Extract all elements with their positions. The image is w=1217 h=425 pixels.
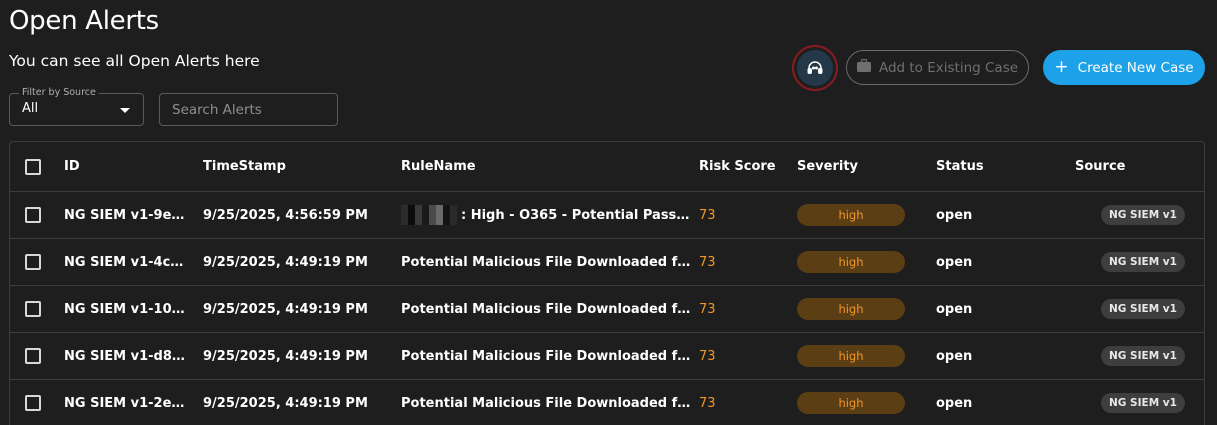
alert-timestamp: 9/25/2025, 4:49:19 PM — [203, 301, 368, 317]
search-input[interactable] — [159, 93, 338, 126]
select-all-checkbox[interactable] — [25, 158, 41, 175]
page-subtitle: You can see all Open Alerts here — [9, 52, 260, 70]
alert-id: NG SIEM v1-9e941… — [64, 207, 190, 223]
alert-rule-name: : High - O365 - Potential Password… — [461, 207, 691, 223]
row-checkbox[interactable] — [25, 348, 41, 364]
row-checkbox[interactable] — [25, 254, 41, 270]
alert-status: open — [936, 207, 973, 223]
headset-icon — [797, 50, 833, 86]
page-title: Open Alerts — [9, 6, 159, 36]
column-header-rulename[interactable]: RuleName — [401, 142, 691, 191]
alert-id: NG SIEM v1-2ee4d… — [64, 395, 190, 411]
severity-badge: high — [797, 345, 905, 367]
alert-status: open — [936, 301, 973, 317]
alert-timestamp: 9/25/2025, 4:49:19 PM — [203, 254, 368, 270]
severity-badge: high — [797, 204, 905, 226]
redacted-text — [401, 205, 457, 225]
column-header-source[interactable]: Source — [1075, 142, 1195, 191]
alert-timestamp: 9/25/2025, 4:49:19 PM — [203, 395, 368, 411]
severity-badge: high — [797, 251, 905, 273]
source-badge: NG SIEM v1 — [1101, 393, 1185, 413]
column-header-severity[interactable]: Severity — [797, 142, 927, 191]
alerts-table: ID TimeStamp RuleName Risk Score Severit… — [9, 141, 1205, 425]
create-new-case-button[interactable]: + Create New Case — [1043, 50, 1205, 85]
alert-rule-name: Potential Malicious File Downloaded from… — [401, 348, 691, 364]
alert-rule-name: Potential Malicious File Downloaded from… — [401, 254, 691, 270]
alert-id: NG SIEM v1-4c8c3… — [64, 254, 190, 270]
row-checkbox[interactable] — [25, 301, 41, 317]
briefcase-icon — [856, 58, 871, 76]
alert-rule-name: Potential Malicious File Downloaded from… — [401, 301, 691, 317]
caret-down-icon — [120, 108, 130, 113]
column-header-risk-score[interactable]: Risk Score — [699, 142, 779, 191]
table-row[interactable]: NG SIEM v1-2ee4d… 9/25/2025, 4:49:19 PM … — [10, 380, 1204, 425]
column-header-status[interactable]: Status — [936, 142, 1056, 191]
risk-score: 73 — [699, 254, 716, 270]
risk-score: 73 — [699, 395, 716, 411]
alert-timestamp: 9/25/2025, 4:49:19 PM — [203, 348, 368, 364]
alert-status: open — [936, 348, 973, 364]
filter-label: Filter by Source — [19, 87, 99, 98]
table-header-row: ID TimeStamp RuleName Risk Score Severit… — [10, 142, 1204, 192]
table-row[interactable]: NG SIEM v1-d80cf… 9/25/2025, 4:49:19 PM … — [10, 333, 1204, 380]
alert-status: open — [936, 254, 973, 270]
column-header-id[interactable]: ID — [64, 142, 190, 191]
source-filter-select[interactable]: Filter by Source All — [9, 87, 144, 126]
source-badge: NG SIEM v1 — [1101, 346, 1185, 366]
plus-icon: + — [1054, 57, 1069, 77]
add-to-existing-case-button[interactable]: Add to Existing Case — [846, 50, 1029, 85]
table-row[interactable]: NG SIEM v1-9e941… 9/25/2025, 4:56:59 PM … — [10, 192, 1204, 239]
risk-score: 73 — [699, 207, 716, 223]
alert-status: open — [936, 395, 973, 411]
table-row[interactable]: NG SIEM v1-4c8c3… 9/25/2025, 4:49:19 PM … — [10, 239, 1204, 286]
severity-badge: high — [797, 298, 905, 320]
assist-button[interactable] — [792, 45, 838, 91]
severity-badge: high — [797, 392, 905, 414]
column-header-timestamp[interactable]: TimeStamp — [203, 142, 393, 191]
alert-timestamp: 9/25/2025, 4:56:59 PM — [203, 207, 368, 223]
source-badge: NG SIEM v1 — [1101, 299, 1185, 319]
source-badge: NG SIEM v1 — [1101, 205, 1185, 225]
alert-id: NG SIEM v1-d80cf… — [64, 348, 190, 364]
filter-value: All — [22, 101, 39, 116]
source-badge: NG SIEM v1 — [1101, 252, 1185, 272]
alert-rule-name: Potential Malicious File Downloaded from… — [401, 395, 691, 411]
alert-id: NG SIEM v1-10e90… — [64, 301, 190, 317]
create-case-label: Create New Case — [1077, 59, 1194, 76]
risk-score: 73 — [699, 348, 716, 364]
risk-score: 73 — [699, 301, 716, 317]
table-row[interactable]: NG SIEM v1-10e90… 9/25/2025, 4:49:19 PM … — [10, 286, 1204, 333]
row-checkbox[interactable] — [25, 395, 41, 411]
add-existing-label: Add to Existing Case — [878, 59, 1019, 76]
row-checkbox[interactable] — [25, 207, 41, 223]
